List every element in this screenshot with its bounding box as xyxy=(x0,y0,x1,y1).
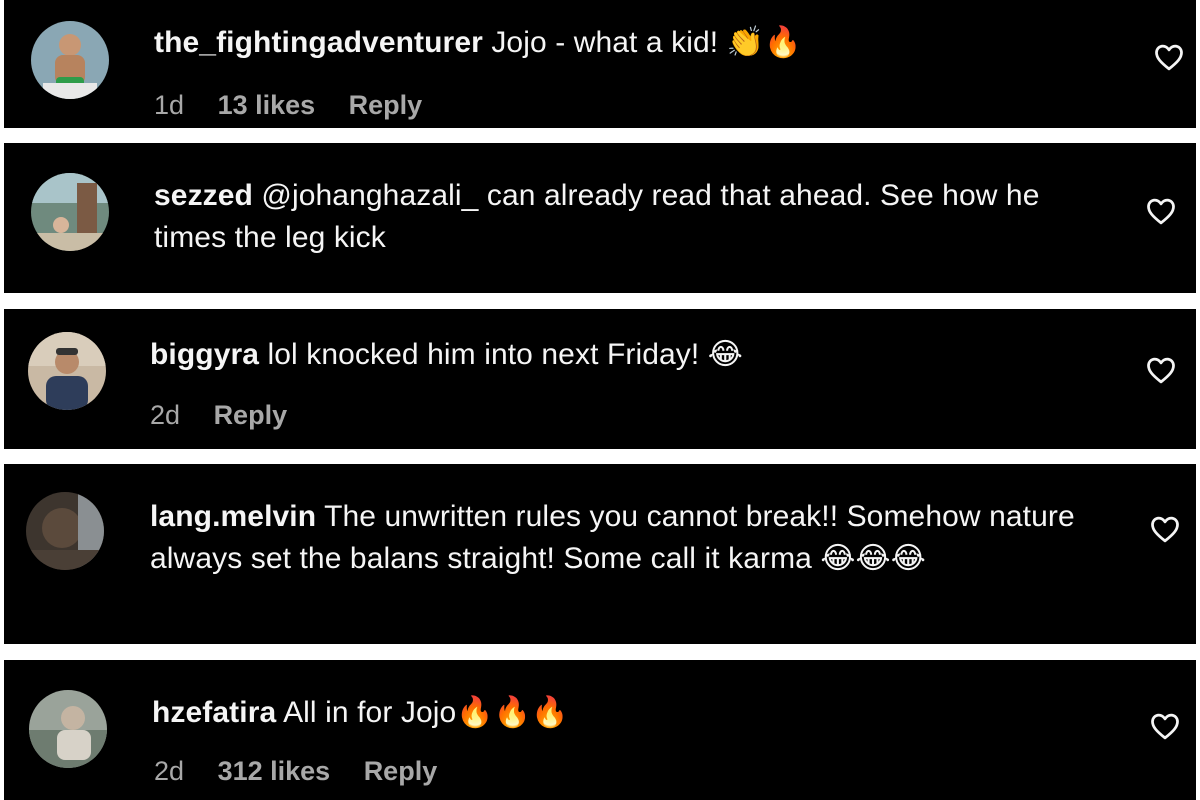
comment-meta: 2d Reply xyxy=(150,400,287,431)
heart-icon[interactable] xyxy=(1150,515,1180,543)
comment-card: lang.melvin The unwritten rules you cann… xyxy=(4,464,1196,644)
user-avatar[interactable] xyxy=(29,690,107,768)
heart-icon[interactable] xyxy=(1150,712,1180,740)
comment-meta xyxy=(154,283,206,293)
username-link[interactable]: the_fightingadventurer xyxy=(154,26,483,59)
comment-card: biggyra lol knocked him into next Friday… xyxy=(4,309,1196,449)
likes-count[interactable]: 312 likes xyxy=(218,756,331,786)
comment-text: All in for Jojo🔥🔥🔥 xyxy=(283,696,569,729)
timestamp: 2d xyxy=(150,400,181,430)
reply-button[interactable]: Reply xyxy=(214,400,288,430)
heart-icon[interactable] xyxy=(1154,43,1184,71)
comment-card: hzefatira All in for Jojo🔥🔥🔥 2d 312 like… xyxy=(4,660,1196,800)
timestamp: 2d xyxy=(154,756,185,786)
username-link[interactable]: hzefatira xyxy=(152,696,276,729)
comment-body: biggyra lol knocked him into next Friday… xyxy=(150,334,1110,376)
username-link[interactable]: lang.melvin xyxy=(150,500,316,533)
user-avatar[interactable] xyxy=(28,332,106,410)
comment-meta: 2d 312 likes Reply xyxy=(154,756,437,787)
comment-body: hzefatira All in for Jojo🔥🔥🔥 xyxy=(152,692,1112,734)
user-avatar[interactable] xyxy=(31,21,109,99)
heart-icon[interactable] xyxy=(1146,356,1176,384)
timestamp: 1d xyxy=(154,90,185,120)
username-link[interactable]: sezzed xyxy=(154,179,253,212)
user-avatar[interactable] xyxy=(26,492,104,570)
reply-button[interactable]: Reply xyxy=(349,90,423,120)
user-avatar[interactable] xyxy=(31,173,109,251)
reply-button[interactable]: Reply xyxy=(364,756,438,786)
comment-body: lang.melvin The unwritten rules you cann… xyxy=(150,496,1120,580)
likes-count[interactable]: 13 likes xyxy=(218,90,316,120)
comment-text: Jojo - what a kid! 👏🔥 xyxy=(491,26,802,59)
username-link[interactable]: biggyra xyxy=(150,338,259,371)
comment-body: sezzed @johanghazali_ can already read t… xyxy=(154,175,1084,259)
comment-card: sezzed @johanghazali_ can already read t… xyxy=(4,143,1196,293)
heart-icon[interactable] xyxy=(1146,197,1176,225)
comment-meta: 1d 13 likes Reply xyxy=(154,90,422,121)
comment-card: the_fightingadventurer Jojo - what a kid… xyxy=(4,0,1196,128)
comment-body: the_fightingadventurer Jojo - what a kid… xyxy=(154,22,1114,64)
comment-text: lol knocked him into next Friday! 😂 xyxy=(267,338,743,371)
comment-text: @johanghazali_ can already read that ahe… xyxy=(154,179,1040,254)
